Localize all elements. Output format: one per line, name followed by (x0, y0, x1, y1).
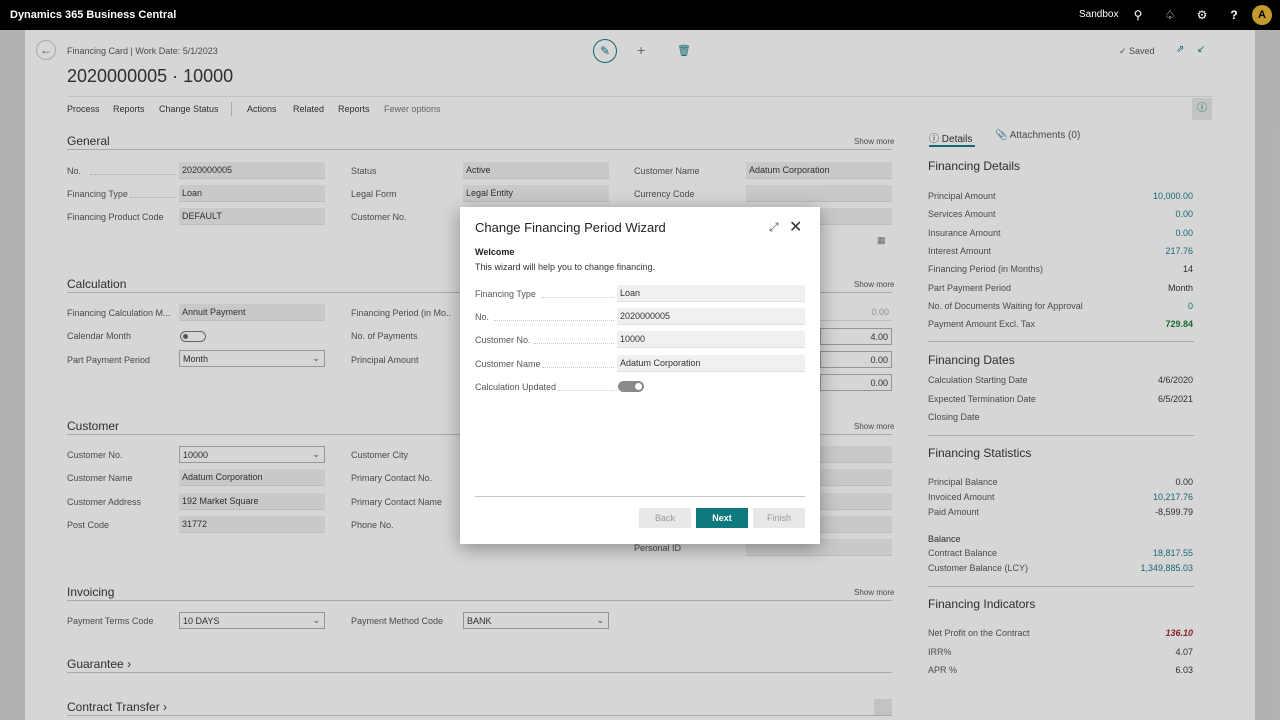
dlg-dots-5 (558, 390, 614, 391)
finish-button[interactable]: Finish (753, 508, 805, 528)
dialog-footer-divider (475, 496, 805, 497)
search-icon[interactable]: ⚲ (1131, 8, 1145, 22)
welcome-text: This wizard will help you to change fina… (475, 262, 656, 272)
dlg-customer-name-label: Customer Name (475, 359, 541, 369)
dlg-customer-no-label: Customer No. (475, 335, 531, 345)
welcome-heading: Welcome (475, 247, 515, 257)
dlg-customer-no-field[interactable]: 10000 (617, 331, 805, 348)
help-icon[interactable]: ? (1227, 8, 1241, 22)
gear-icon[interactable]: ⚙ (1195, 8, 1209, 22)
dlg-dots-3 (534, 343, 614, 344)
dlg-no-field[interactable]: 2020000005 (617, 308, 805, 325)
dlg-customer-name-field[interactable]: Adatum Corporation (617, 355, 805, 372)
environment-label[interactable]: Sandbox (1079, 9, 1118, 20)
bell-icon[interactable]: ♤ (1163, 8, 1177, 22)
dlg-no-label: No. (475, 312, 490, 322)
dlg-financing-type-field[interactable]: Loan (617, 285, 805, 302)
dlg-dots-4 (542, 367, 614, 368)
app-name: Dynamics 365 Business Central (10, 9, 177, 21)
dlg-financing-type-label: Financing Type (475, 289, 536, 299)
dlg-dots-2 (494, 320, 614, 321)
expand-icon[interactable]: ⤢ (769, 220, 779, 235)
toggle-knob (635, 383, 642, 390)
close-icon[interactable]: ✕ (789, 217, 802, 237)
dlg-dots-1 (542, 297, 614, 298)
back-button[interactable]: Back (639, 508, 691, 528)
change-financing-period-dialog: Change Financing Period Wizard ⤢ ✕ Welco… (460, 207, 820, 544)
dlg-calc-updated-label: Calculation Updated (475, 382, 557, 392)
avatar[interactable]: A (1252, 5, 1272, 25)
top-bar: Dynamics 365 Business Central Sandbox ⚲ … (0, 0, 1280, 30)
dialog-title: Change Financing Period Wizard (475, 220, 666, 235)
calc-updated-toggle[interactable] (618, 381, 644, 392)
next-button[interactable]: Next (696, 508, 748, 528)
